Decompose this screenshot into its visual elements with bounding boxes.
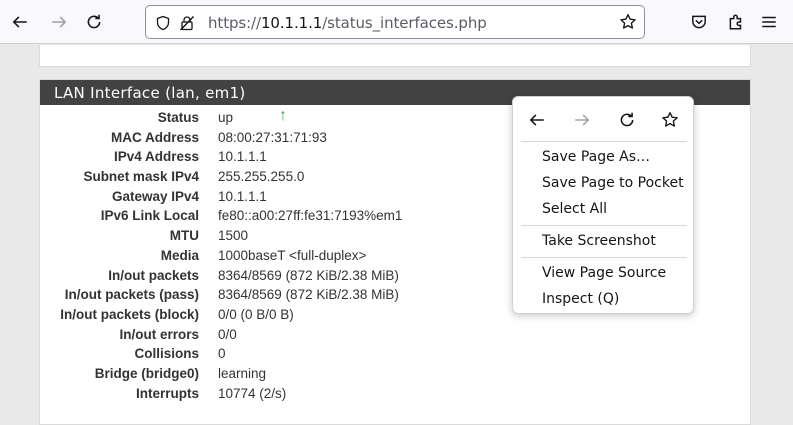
previous-panel [39, 45, 751, 67]
detail-value: 0/0 (0 B/0 B) [218, 306, 294, 322]
detail-label: Bridge (bridge0) [94, 365, 199, 381]
bookmark-star-icon [662, 112, 678, 127]
detail-label: In/out packets [108, 267, 199, 283]
arrow-left-icon [12, 16, 27, 28]
detail-value: 8364/8569 (872 KiB/2.38 MiB) [218, 287, 399, 303]
detail-label: Collisions [134, 346, 199, 362]
detail-value: 8364/8569 (872 KiB/2.38 MiB) [218, 267, 399, 283]
pocket-button[interactable] [685, 8, 713, 36]
hamburger-icon [762, 16, 776, 28]
detail-row: Interrupts 10774 (2/s) [40, 386, 752, 406]
ctx-back-button[interactable] [526, 109, 548, 131]
arrow-right-icon [52, 16, 67, 28]
detail-label: In/out errors [119, 326, 199, 342]
detail-value: 08:00:27:31:71:93 [218, 129, 327, 145]
context-menu-nav [513, 97, 695, 141]
detail-value: 1500 [218, 228, 249, 244]
url-text[interactable]: https://10.1.1.1/status_interfaces.php [208, 14, 487, 32]
menu-item-take-screenshot[interactable]: Take Screenshot [513, 229, 695, 253]
detail-value: 0/0 [218, 326, 237, 342]
detail-label: Gateway IPv4 [111, 188, 199, 204]
pocket-icon [692, 15, 706, 29]
status-up-icon: ↑ [279, 107, 287, 124]
detail-value: up [218, 110, 234, 125]
detail-value: learning [218, 365, 267, 381]
menu-item-save-page-as[interactable]: Save Page As… [513, 145, 695, 169]
ctx-reload-button[interactable] [616, 109, 638, 131]
menu-item-inspect[interactable]: Inspect (Q) [513, 287, 695, 311]
detail-value: 0 [218, 346, 226, 362]
reload-button[interactable] [80, 8, 108, 36]
detail-value: 1000baseT <full-duplex> [218, 247, 367, 263]
puzzle-icon [729, 14, 742, 30]
detail-value: 255.255.255.0 [218, 169, 305, 185]
menu-divider [521, 141, 687, 142]
detail-value: 10774 (2/s) [218, 385, 287, 401]
detail-value: fe80::a00:27ff:fe31:7193%em1 [218, 208, 403, 224]
url-bar[interactable]: https://10.1.1.1/status_interfaces.php [145, 5, 645, 39]
menu-divider [521, 257, 687, 258]
browser-toolbar: https://10.1.1.1/status_interfaces.php [0, 0, 793, 44]
detail-value: 10.1.1.1 [218, 149, 267, 165]
menu-item-save-to-pocket[interactable]: Save Page to Pocket [513, 171, 695, 195]
back-button[interactable] [6, 8, 34, 36]
arrow-left-icon [529, 114, 544, 126]
arrow-right-icon [575, 114, 590, 126]
shield-icon[interactable] [154, 14, 172, 32]
detail-label: In/out packets (pass) [64, 287, 199, 303]
extensions-button[interactable] [722, 8, 750, 36]
detail-label: In/out packets (block) [60, 306, 199, 322]
detail-label: Status [157, 110, 199, 125]
forward-button[interactable] [45, 8, 73, 36]
ctx-bookmark-button[interactable] [659, 109, 681, 131]
menu-item-select-all[interactable]: Select All [513, 197, 695, 221]
menu-divider [521, 225, 687, 226]
insecure-lock-icon[interactable] [178, 14, 196, 32]
detail-label: MTU [169, 228, 199, 244]
detail-row: Collisions 0 [40, 346, 752, 366]
detail-label: Interrupts [135, 385, 199, 401]
reload-icon [620, 112, 634, 127]
detail-label: IPv6 Link Local [100, 208, 199, 224]
detail-row: Bridge (bridge0) learning [40, 366, 752, 386]
detail-label: Subnet mask IPv4 [83, 169, 199, 185]
ctx-forward-button[interactable] [571, 109, 593, 131]
bookmark-star-icon[interactable] [619, 13, 637, 31]
reload-icon [87, 14, 101, 29]
app-menu-button[interactable] [755, 8, 783, 36]
menu-item-view-source[interactable]: View Page Source [513, 261, 695, 285]
detail-value: 10.1.1.1 [218, 188, 267, 204]
detail-label: Media [160, 247, 199, 263]
detail-label: MAC Address [110, 129, 199, 145]
detail-row: In/out errors 0/0 [40, 327, 752, 347]
context-menu: Save Page As… Save Page to Pocket Select… [512, 96, 694, 314]
detail-label: IPv4 Address [113, 149, 199, 165]
